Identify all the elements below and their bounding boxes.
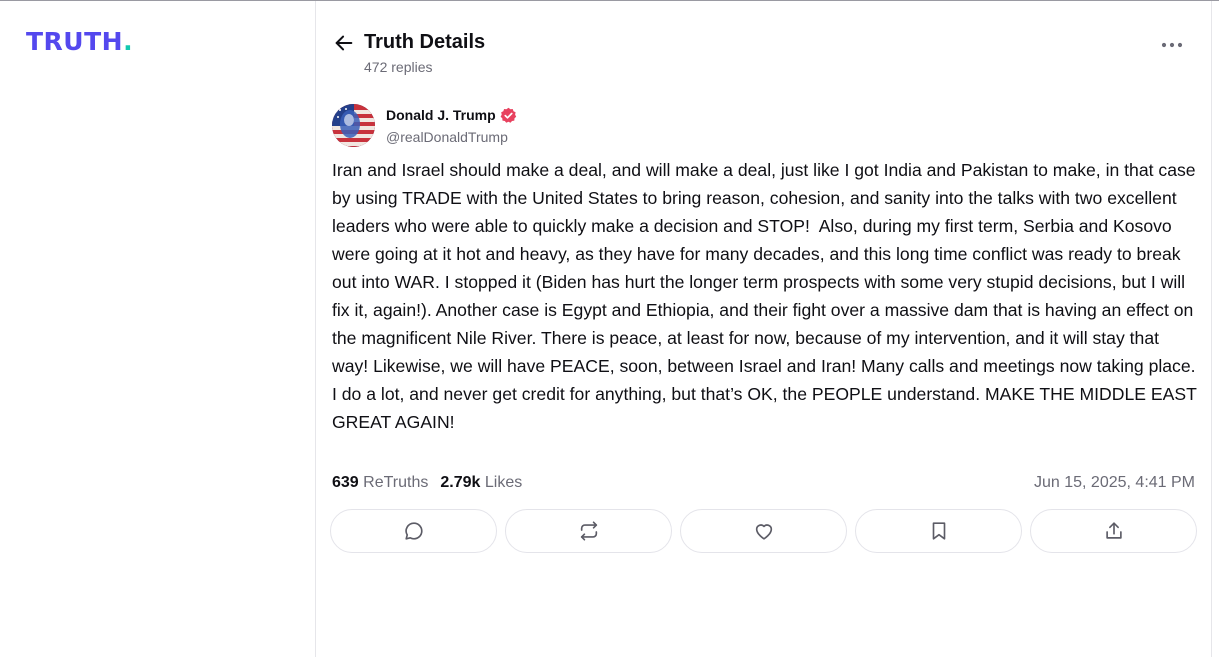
arrow-left-icon (335, 35, 353, 51)
author-avatar[interactable] (332, 104, 375, 147)
more-horizontal-icon (1161, 42, 1183, 48)
retruths-count[interactable]: 639 (332, 474, 359, 491)
like-heart-icon (755, 524, 772, 540)
truth-logo[interactable]: TRUTH. (26, 29, 133, 55)
logo-dot: . (123, 27, 134, 56)
page-title: Truth Details (364, 31, 486, 53)
retruth-icon (580, 521, 597, 541)
like-button[interactable] (680, 509, 847, 553)
author-name[interactable]: Donald J. Trump (386, 107, 496, 123)
author-handle[interactable]: @realDonaldTrump (386, 129, 508, 145)
likes-count[interactable]: 2.79k (440, 474, 480, 491)
share-button[interactable] (1030, 509, 1197, 553)
bookmark-icon (932, 522, 945, 540)
share-icon (1105, 522, 1122, 539)
reply-icon (404, 522, 423, 540)
retruth-button[interactable] (505, 509, 672, 553)
likes-label[interactable]: Likes (485, 474, 522, 491)
post-body-text: Iran and Israel should make a deal, and … (332, 160, 1202, 432)
reply-button[interactable] (330, 509, 497, 553)
post-timestamp: Jun 15, 2025, 4:41 PM (1034, 474, 1195, 491)
bookmark-button[interactable] (855, 509, 1022, 553)
post-detail-panel: Truth Details 472 replies Donald J. Trum… (315, 1, 1212, 657)
post-stats: 639 ReTruths 2.79k Likes (332, 474, 522, 492)
replies-count: 472 replies (364, 59, 433, 75)
back-button[interactable] (333, 32, 355, 54)
left-sidebar: TRUTH. (0, 1, 316, 657)
verified-badge-icon (500, 107, 517, 124)
more-options-button[interactable] (1159, 35, 1185, 55)
avatar-image (332, 104, 375, 147)
post-action-bar (330, 509, 1198, 553)
retruths-label[interactable]: ReTruths (363, 474, 428, 491)
logo-text: TRUTH (26, 27, 124, 56)
